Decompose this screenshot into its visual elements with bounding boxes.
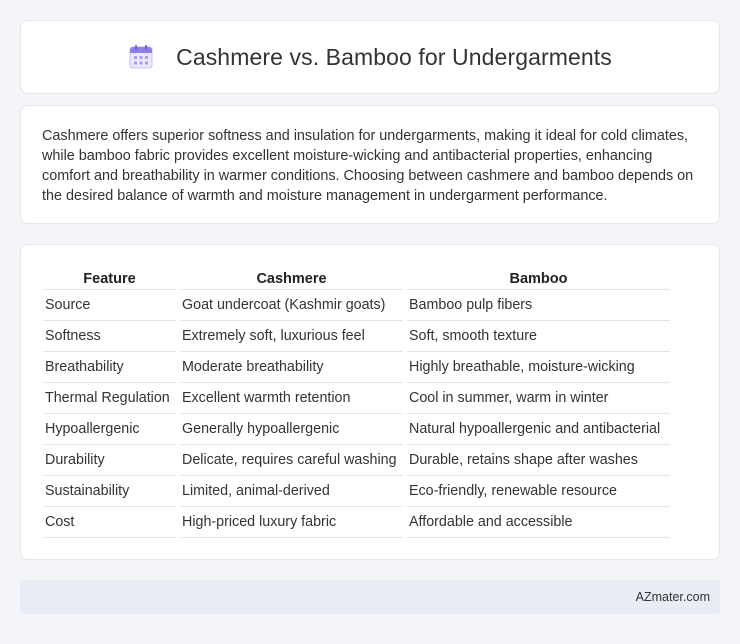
cashmere-cell: Moderate breathability <box>180 352 403 383</box>
bamboo-cell: Soft, smooth texture <box>407 321 670 352</box>
comparison-table: Feature Cashmere Bamboo Source Goat unde… <box>39 265 674 538</box>
feature-cell: Cost <box>43 507 176 538</box>
bamboo-cell: Natural hypoallergenic and antibacterial <box>407 414 670 445</box>
page-title: Cashmere vs. Bamboo for Undergarments <box>176 43 612 70</box>
feature-cell: Softness <box>43 321 176 352</box>
feature-cell: Source <box>43 290 176 321</box>
bamboo-cell: Eco-friendly, renewable resource <box>407 476 670 507</box>
feature-cell: Breathability <box>43 352 176 383</box>
cashmere-cell: Excellent warmth retention <box>180 383 403 414</box>
header-feature: Feature <box>43 265 176 290</box>
table-row: Hypoallergenic Generally hypoallergenic … <box>43 414 670 445</box>
cashmere-cell: Limited, animal-derived <box>180 476 403 507</box>
table-header-row: Feature Cashmere Bamboo <box>43 265 670 290</box>
title-card: Cashmere vs. Bamboo for Undergarments <box>20 20 720 94</box>
table-row: Sustainability Limited, animal-derived E… <box>43 476 670 507</box>
intro-text: Cashmere offers superior softness and in… <box>42 128 694 204</box>
bamboo-cell: Affordable and accessible <box>407 507 670 538</box>
intro-card: Cashmere offers superior softness and in… <box>20 105 720 224</box>
bamboo-cell: Highly breathable, moisture-wicking <box>407 352 670 383</box>
table-row: Source Goat undercoat (Kashmir goats) Ba… <box>43 290 670 321</box>
cashmere-cell: Goat undercoat (Kashmir goats) <box>180 290 403 321</box>
cashmere-cell: Delicate, requires careful washing <box>180 445 403 476</box>
table-row: Softness Extremely soft, luxurious feel … <box>43 321 670 352</box>
bamboo-cell: Cool in summer, warm in winter <box>407 383 670 414</box>
table-row: Breathability Moderate breathability Hig… <box>43 352 670 383</box>
cashmere-cell: Generally hypoallergenic <box>180 414 403 445</box>
footer: AZmater.com <box>20 580 720 614</box>
table-row: Durability Delicate, requires careful wa… <box>43 445 670 476</box>
calendar-icon <box>129 45 153 69</box>
cashmere-cell: Extremely soft, luxurious feel <box>180 321 403 352</box>
feature-cell: Thermal Regulation <box>43 383 176 414</box>
bamboo-cell: Durable, retains shape after washes <box>407 445 670 476</box>
table-row: Cost High-priced luxury fabric Affordabl… <box>43 507 670 538</box>
feature-cell: Durability <box>43 445 176 476</box>
feature-cell: Hypoallergenic <box>43 414 176 445</box>
bamboo-cell: Bamboo pulp fibers <box>407 290 670 321</box>
cashmere-cell: High-priced luxury fabric <box>180 507 403 538</box>
comparison-card: Feature Cashmere Bamboo Source Goat unde… <box>20 244 720 560</box>
header-cashmere: Cashmere <box>180 265 403 290</box>
feature-cell: Sustainability <box>43 476 176 507</box>
footer-site-link[interactable]: AZmater.com <box>636 590 710 604</box>
header-bamboo: Bamboo <box>407 265 670 290</box>
table-row: Thermal Regulation Excellent warmth rete… <box>43 383 670 414</box>
